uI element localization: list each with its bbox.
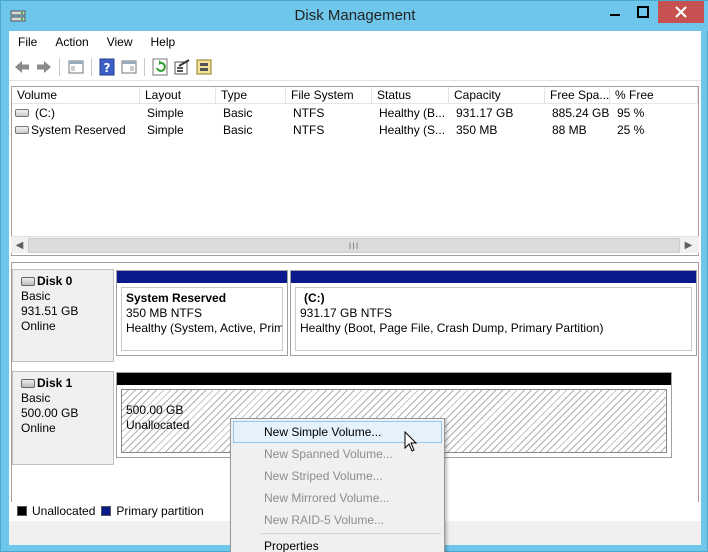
column-volume[interactable]: Volume [12, 87, 140, 104]
menu-file[interactable]: File [9, 35, 46, 49]
minimize-button[interactable] [602, 1, 628, 23]
menu-view[interactable]: View [98, 35, 142, 49]
disk-row: Disk 0 Basic 931.51 GB Online System Res… [12, 269, 698, 362]
column-free-space[interactable]: Free Spa... [545, 87, 610, 104]
partition-label: System Reserved [126, 291, 227, 305]
forward-arrow-icon[interactable] [35, 58, 53, 76]
menu-bar: File Action View Help [9, 31, 701, 53]
scroll-left-icon[interactable]: ◀ [11, 237, 28, 254]
volume-row[interactable]: (C:) Simple Basic NTFS Healthy (B... 931… [12, 105, 698, 122]
volume-fs: NTFS [293, 106, 325, 120]
menu-separator [261, 533, 441, 534]
column-type[interactable]: Type [216, 87, 286, 104]
column-capacity[interactable]: Capacity [449, 87, 545, 104]
disk-properties-icon[interactable] [195, 58, 213, 76]
refresh-icon[interactable] [151, 58, 169, 76]
volume-layout: Simple [147, 106, 184, 120]
volume-fs: NTFS [293, 123, 325, 137]
menu-action[interactable]: Action [46, 35, 97, 49]
toolbar-separator [144, 58, 145, 76]
volume-name: System Reserved [31, 123, 126, 137]
column-percent-free[interactable]: % Free [610, 87, 698, 104]
partition-c-drive[interactable]: (C:) 931.17 GB NTFS Healthy (Boot, Page … [290, 270, 697, 356]
volume-name: (C:) [35, 106, 55, 120]
scroll-thumb[interactable]: III [28, 238, 680, 253]
volume-status: Healthy (S... [379, 123, 446, 137]
disk-size: 500.00 GB [21, 406, 79, 420]
legend-swatch-unallocated [17, 505, 27, 516]
settings-icon[interactable] [173, 58, 191, 76]
partition-body: (C:) 931.17 GB NTFS Healthy (Boot, Page … [295, 287, 692, 351]
help-icon[interactable]: ? [98, 58, 116, 76]
partition-detail: 931.17 GB NTFS [300, 306, 393, 320]
back-arrow-icon[interactable] [13, 58, 31, 76]
disk-type: Basic [21, 391, 51, 405]
menu-properties[interactable]: Properties [233, 535, 442, 552]
mouse-cursor-icon [404, 431, 418, 452]
close-icon [675, 6, 687, 18]
partition-status: Healthy (System, Active, Prim [126, 321, 283, 335]
legend-unallocated: Unallocated [32, 503, 96, 518]
partition-body: System Reserved 350 MB NTFS Healthy (Sys… [121, 287, 283, 351]
drive-icon [15, 109, 29, 117]
legend-swatch-primary [101, 505, 112, 516]
volume-free: 88 MB [552, 123, 587, 137]
partition-label [126, 393, 662, 403]
menu-new-mirrored-volume[interactable]: New Mirrored Volume... [233, 487, 442, 509]
disk-label[interactable]: Disk 0 Basic 931.51 GB Online [12, 269, 114, 362]
close-button[interactable] [658, 1, 704, 23]
menu-help[interactable]: Help [142, 35, 185, 49]
volume-capacity: 931.17 GB [456, 106, 514, 120]
volume-percent-free: 25 % [617, 123, 645, 137]
title-bar[interactable]: Disk Management [1, 1, 708, 31]
legend-primary-partition: Primary partition [116, 503, 204, 518]
partition-detail: 350 MB NTFS [126, 306, 203, 320]
disk-name: Disk 0 [37, 274, 73, 288]
column-status[interactable]: Status [372, 87, 449, 104]
volume-status: Healthy (B... [379, 106, 446, 120]
svg-text:?: ? [104, 61, 111, 75]
volume-list: Volume Layout Type File System Status Ca… [11, 86, 699, 256]
toolbar-separator [91, 58, 92, 76]
column-file-system[interactable]: File System [286, 87, 372, 104]
maximize-icon [637, 6, 649, 18]
disk-state: Online [21, 319, 56, 333]
horizontal-scrollbar[interactable]: ◀ III ▶ [11, 236, 699, 253]
partition-detail: 500.00 GB [126, 403, 184, 417]
disk-icon [21, 379, 35, 388]
volume-layout: Simple [147, 123, 184, 137]
partition-status: Healthy (Boot, Page File, Crash Dump, Pr… [300, 321, 604, 335]
toolbar: ? [9, 53, 701, 81]
column-layout[interactable]: Layout [140, 87, 216, 104]
scroll-thumb-grip: III [348, 240, 360, 251]
menu-new-raid5-volume[interactable]: New RAID-5 Volume... [233, 509, 442, 531]
menu-new-striped-volume[interactable]: New Striped Volume... [233, 465, 442, 487]
disk-state: Online [21, 421, 56, 435]
disk-size: 931.51 GB [21, 304, 79, 318]
scroll-right-icon[interactable]: ▶ [680, 237, 697, 254]
properties-pane-icon[interactable] [120, 58, 138, 76]
volume-list-header: Volume Layout Type File System Status Ca… [12, 87, 698, 104]
partition-system-reserved[interactable]: System Reserved 350 MB NTFS Healthy (Sys… [116, 270, 288, 356]
primary-partition-bar [291, 271, 696, 283]
volume-type: Basic [223, 123, 253, 137]
partition-label: (C:) [304, 291, 325, 305]
volume-capacity: 350 MB [456, 123, 498, 137]
volume-row[interactable]: System Reserved Simple Basic NTFS Health… [12, 122, 698, 139]
volume-free: 885.24 GB [552, 106, 610, 120]
toolbar-separator [59, 58, 60, 76]
disk-type: Basic [21, 289, 51, 303]
disk-name: Disk 1 [37, 376, 73, 390]
console-tree-icon[interactable] [67, 58, 85, 76]
primary-partition-bar [117, 271, 287, 283]
volume-percent-free: 95 % [617, 106, 645, 120]
disk-management-window: Disk Management File Action View Help ? [0, 0, 708, 552]
disk-label[interactable]: Disk 1 Basic 500.00 GB Online [12, 371, 114, 465]
volume-type: Basic [223, 106, 253, 120]
unallocated-bar [117, 373, 671, 385]
minimize-icon [610, 14, 620, 16]
disk-icon [21, 277, 35, 286]
maximize-button[interactable] [628, 1, 658, 23]
